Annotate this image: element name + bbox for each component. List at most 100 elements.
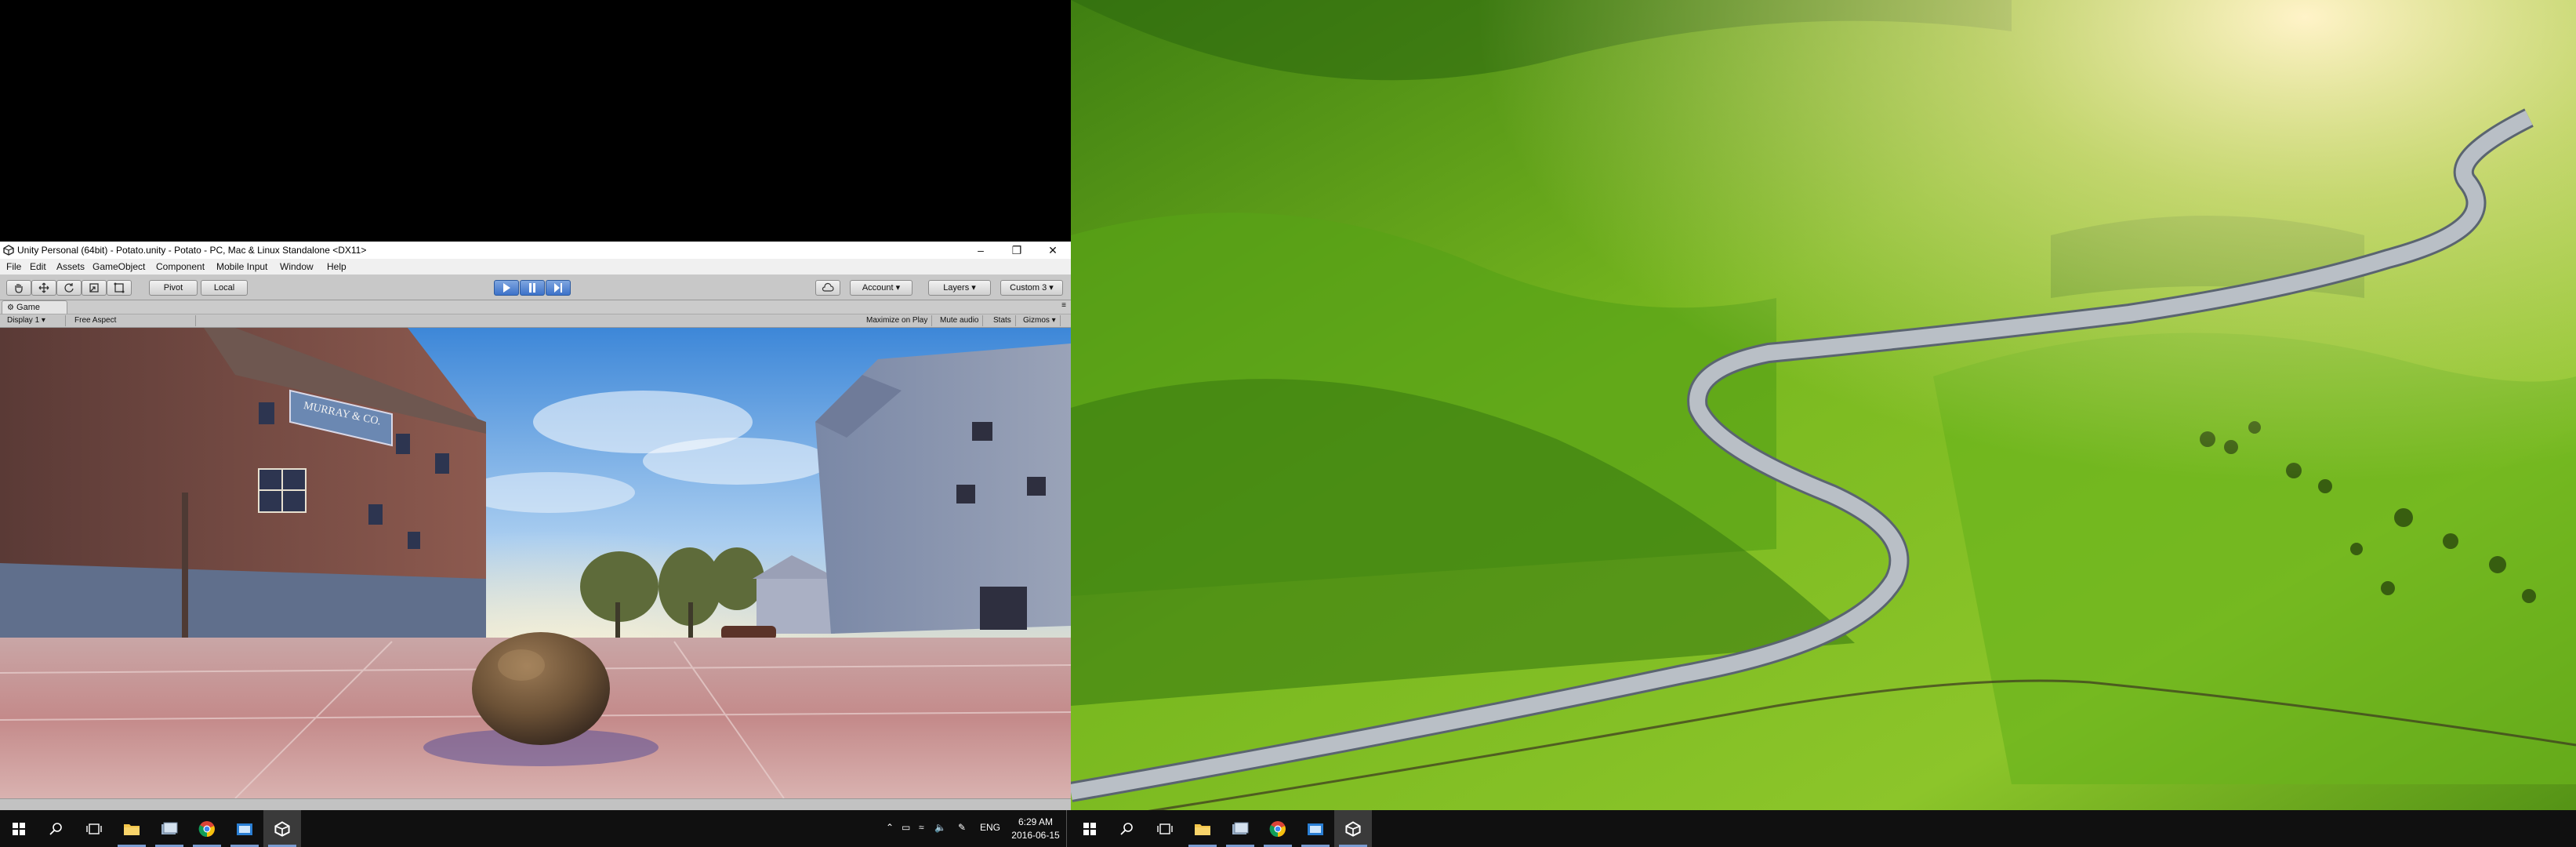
cloud-icon (822, 282, 834, 292)
system-clock[interactable]: 6:29 AM 2016-06-15 (1011, 816, 1060, 842)
game-view-controls: Display 1 ▾ Free Aspect Maximize on Play… (0, 314, 1071, 328)
mute-audio-toggle[interactable]: Mute audio (936, 315, 984, 326)
restore-button[interactable]: ❐ (999, 242, 1035, 259)
search-button[interactable] (38, 810, 75, 847)
scale-tool-button[interactable] (82, 280, 107, 296)
close-button[interactable]: ✕ (1035, 242, 1071, 259)
taskbar-right (1071, 810, 2576, 847)
scale-icon (89, 283, 99, 293)
local-toggle[interactable]: Local (201, 280, 248, 296)
layout-dropdown[interactable]: Custom 3 ▾ (1000, 280, 1063, 296)
windows-logo-icon (13, 822, 25, 835)
pivot-label: Pivot (163, 283, 183, 293)
clock-date: 2016-06-15 (1011, 830, 1060, 841)
chrome-icon (198, 820, 215, 837)
unity-status-bar (0, 798, 1071, 811)
panel-options-icon[interactable]: ≡ (1061, 301, 1066, 310)
taskbar-file-explorer-secondary[interactable] (1184, 810, 1221, 847)
show-hidden-icons-button[interactable]: ⌃ (886, 822, 894, 833)
rotate-tool-button[interactable] (56, 280, 82, 296)
window-titlebar[interactable]: Unity Personal (64bit) - Potato.unity - … (0, 242, 1071, 259)
mute-audio-label: Mute audio (940, 316, 979, 325)
right-monitor (1071, 0, 2576, 847)
taskbar-app-2-secondary[interactable] (1297, 810, 1334, 847)
menu-gameobject[interactable]: GameObject (93, 261, 145, 272)
taskbar-app[interactable] (151, 810, 188, 847)
window-title: Unity Personal (64bit) - Potato.unity - … (17, 245, 367, 256)
notifications-icon[interactable]: ✎ (958, 822, 966, 833)
gizmos-label: Gizmos (1023, 316, 1050, 325)
game-view-header: ⚙ Game ≡ (0, 300, 1071, 314)
taskbar-app-2[interactable] (226, 810, 263, 847)
menu-help[interactable]: Help (327, 261, 346, 272)
step-icon (554, 283, 562, 293)
tab-game[interactable]: ⚙ Game (2, 300, 67, 314)
network-icon[interactable]: ▭ (902, 822, 910, 833)
step-button[interactable] (546, 280, 571, 296)
maximize-on-play-label: Maximize on Play (866, 316, 928, 325)
unity-editor-window: Unity Personal (64bit) - Potato.unity - … (0, 242, 1071, 811)
task-view-button-secondary[interactable] (1146, 810, 1184, 847)
account-label: Account (862, 283, 894, 293)
taskbar-left: ⌃ ▭ ≈ 🔈 ✎ ENG 6:29 AM 2016-06-15 (0, 810, 1071, 847)
game-view-icon: ⚙ (7, 304, 14, 312)
search-icon (49, 822, 62, 835)
volume-icon[interactable]: 🔈 (934, 822, 946, 833)
move-tool-button[interactable] (31, 280, 56, 296)
menu-component[interactable]: Component (156, 261, 205, 272)
rotate-icon (64, 283, 74, 293)
wifi-icon[interactable]: ≈ (919, 822, 924, 833)
game-viewport[interactable]: MURRAY & CO. (0, 328, 1071, 798)
menu-assets[interactable]: Assets (56, 261, 85, 272)
unity-icon (1345, 820, 1361, 837)
app-window-icon (1308, 823, 1323, 835)
hand-icon (15, 284, 23, 293)
menu-file[interactable]: File (6, 261, 21, 272)
stats-label: Stats (993, 316, 1011, 325)
language-indicator[interactable]: ENG (980, 822, 1000, 833)
layers-dropdown[interactable]: Layers ▾ (928, 280, 991, 296)
play-button[interactable] (494, 280, 519, 296)
tab-game-label: Game (16, 303, 40, 312)
gizmos-dropdown[interactable]: Gizmos ▾ (1019, 315, 1061, 326)
display-dropdown[interactable]: Display 1 ▾ (3, 315, 66, 326)
move-arrows-icon (38, 282, 49, 293)
folder-icon (1195, 823, 1210, 835)
menu-mobile-input[interactable]: Mobile Input (216, 261, 267, 272)
layers-label: Layers (943, 283, 970, 293)
rect-tool-button[interactable] (107, 280, 132, 296)
taskbar-file-explorer[interactable] (113, 810, 151, 847)
app-window-icon (1232, 822, 1249, 834)
taskbar-unity-secondary[interactable] (1334, 810, 1372, 847)
pause-button[interactable] (520, 280, 545, 296)
app-window-icon (237, 823, 252, 835)
taskbar-chrome[interactable] (188, 810, 226, 847)
aspect-label: Free Aspect (74, 316, 117, 325)
unity-logo-icon (3, 245, 14, 256)
start-button[interactable] (0, 810, 38, 847)
stats-toggle[interactable]: Stats (989, 315, 1016, 326)
rect-tool-icon (114, 282, 125, 293)
task-view-button[interactable] (75, 810, 113, 847)
collab-cloud-button[interactable] (815, 280, 840, 296)
menu-edit[interactable]: Edit (30, 261, 46, 272)
play-icon (503, 283, 510, 293)
pivot-toggle[interactable]: Pivot (149, 280, 198, 296)
maximize-on-play-toggle[interactable]: Maximize on Play (862, 315, 933, 326)
local-label: Local (213, 283, 235, 293)
aspect-dropdown[interactable]: Free Aspect (71, 315, 196, 326)
hand-tool-button[interactable] (6, 280, 31, 296)
menu-window[interactable]: Window (280, 261, 314, 272)
start-button-secondary[interactable] (1071, 810, 1108, 847)
account-dropdown[interactable]: Account ▾ (850, 280, 912, 296)
minimize-button[interactable]: – (963, 242, 999, 259)
taskbar-chrome-secondary[interactable] (1259, 810, 1297, 847)
search-button-secondary[interactable] (1108, 810, 1146, 847)
clock-time: 6:29 AM (1018, 816, 1054, 827)
chrome-icon (1269, 820, 1286, 837)
layout-label: Custom 3 (1010, 283, 1047, 293)
taskbar-unity[interactable] (263, 810, 301, 847)
windows-logo-icon (1083, 822, 1096, 835)
app-window-icon (161, 822, 178, 834)
taskbar-app-secondary[interactable] (1221, 810, 1259, 847)
